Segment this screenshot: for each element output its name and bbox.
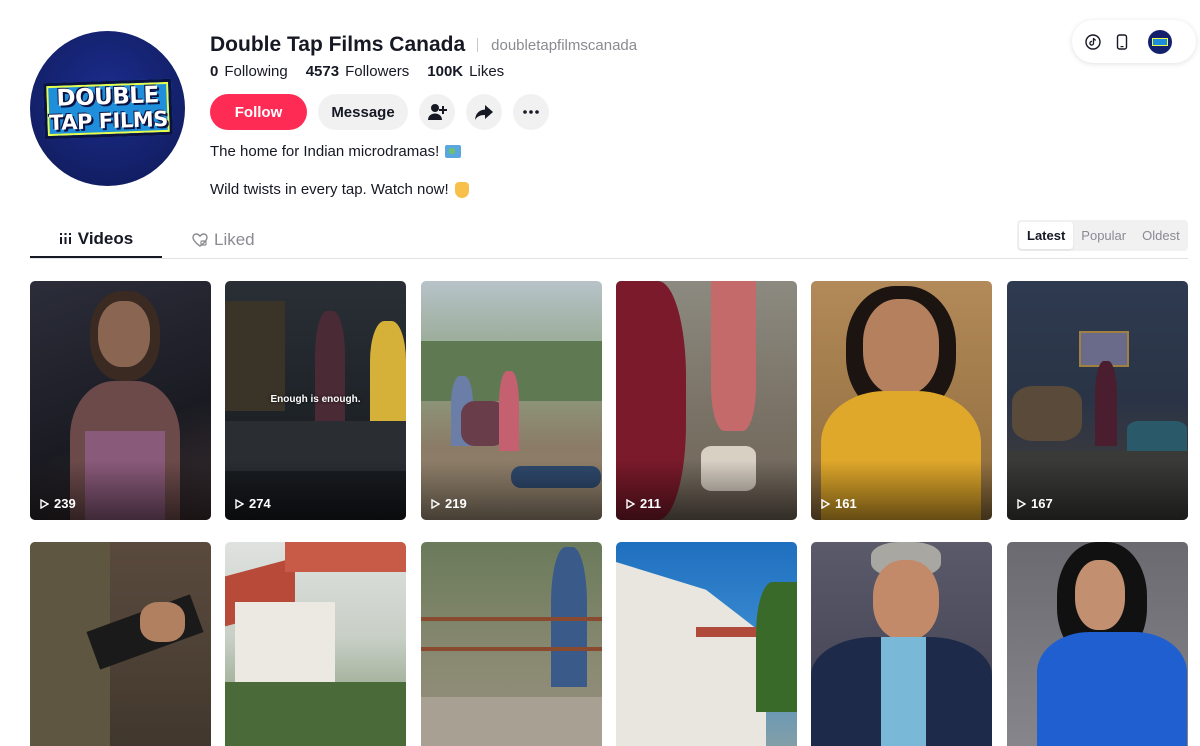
card-shade (1007, 460, 1188, 520)
video-card[interactable] (225, 542, 406, 746)
view-count-text: 274 (249, 496, 271, 511)
likes-label: Likes (469, 63, 505, 80)
video-card[interactable] (421, 542, 602, 746)
tiktok-icon[interactable] (1085, 33, 1101, 50)
play-icon (431, 498, 440, 509)
liked-heart-icon (192, 232, 208, 247)
follow-button[interactable]: Follow (210, 94, 307, 130)
view-count: 161 (821, 496, 857, 511)
view-count: 211 (626, 496, 661, 511)
play-icon (40, 498, 49, 509)
likes-count: 100K (427, 63, 464, 80)
view-count: 239 (40, 496, 76, 511)
tab-videos-label: Videos (77, 228, 134, 248)
following-stat[interactable]: 0 Following (210, 63, 288, 80)
bio-text-1: The home for Indian microdramas! (210, 143, 440, 160)
video-card[interactable]: 239 (30, 281, 211, 520)
add-friend-button[interactable] (419, 94, 455, 130)
following-label: Following (224, 63, 288, 80)
view-count: 274 (235, 496, 271, 511)
view-count-text: 239 (54, 496, 76, 511)
top-right-toolbar (1072, 20, 1196, 63)
share-icon (475, 104, 493, 120)
view-count-text: 219 (445, 496, 467, 511)
play-icon (235, 498, 244, 509)
card-shade (225, 460, 406, 520)
name-separator (477, 38, 479, 52)
video-caption: Enough is enough. (270, 394, 361, 405)
profile-actions: Follow Message (210, 94, 560, 130)
bio-line-2: Wild twists in every tap. Watch now! (210, 181, 469, 198)
play-icon (626, 498, 635, 509)
profile-avatar[interactable]: DOUBLE TAP FILMS (30, 31, 185, 186)
video-card[interactable] (1007, 542, 1188, 746)
view-count-text: 211 (640, 496, 661, 511)
play-icon (821, 498, 830, 509)
play-icon (1017, 498, 1026, 509)
tab-liked[interactable]: Liked (192, 221, 255, 258)
profile-page: DOUBLE TAP FILMS Double Tap Films Canada… (0, 0, 1200, 746)
sort-latest-button[interactable]: Latest (1019, 222, 1074, 249)
view-count-text: 167 (1031, 496, 1053, 511)
videos-grid-icon (59, 232, 72, 245)
pointing-down-emoji-icon (454, 181, 469, 198)
more-icon (523, 110, 539, 114)
share-button[interactable] (466, 94, 502, 130)
add-friend-icon (427, 103, 447, 121)
video-card[interactable] (30, 542, 211, 746)
logo-line-1: DOUBLE (55, 81, 159, 112)
card-shade (30, 460, 211, 520)
view-count-text: 161 (835, 496, 857, 511)
username: doubletapfilmscanada (491, 36, 638, 54)
view-count: 219 (431, 496, 467, 511)
card-shade (811, 460, 992, 520)
sort-oldest-button[interactable]: Oldest (1134, 222, 1188, 249)
video-card[interactable]: 167 (1007, 281, 1188, 520)
video-card[interactable] (811, 542, 992, 746)
video-card[interactable]: Enough is enough. 274 (225, 281, 406, 520)
video-card[interactable]: 219 (421, 281, 602, 520)
bio-text-2: Wild twists in every tap. Watch now! (210, 181, 449, 198)
tabs-divider (30, 258, 1188, 259)
video-card[interactable] (616, 542, 797, 746)
more-options-button[interactable] (513, 94, 549, 130)
display-name: Double Tap Films Canada (210, 33, 466, 56)
likes-stat: 100K Likes (427, 63, 504, 80)
sort-popular-button[interactable]: Popular (1073, 222, 1134, 249)
profile-name-row: Double Tap Films Canada doubletapfilmsca… (210, 33, 637, 57)
bio-line-1: The home for Indian microdramas! (210, 143, 462, 160)
profile-stats: 0 Following 4573 Followers 100K Likes (210, 63, 522, 80)
view-count: 167 (1017, 496, 1053, 511)
tab-videos[interactable]: Videos (30, 221, 162, 258)
following-count: 0 (210, 63, 219, 80)
tab-liked-label: Liked (214, 229, 255, 249)
followers-label: Followers (345, 63, 410, 80)
profile-avatar-small[interactable] (1148, 29, 1172, 54)
logo-line-2: TAP FILMS (48, 106, 168, 135)
followers-stat[interactable]: 4573 Followers (306, 63, 410, 80)
card-shade (421, 460, 602, 520)
phone-icon[interactable] (1114, 33, 1130, 50)
map-emoji-icon (445, 145, 462, 158)
brand-logo: DOUBLE TAP FILMS (42, 78, 173, 139)
card-shade (616, 460, 797, 520)
sort-toggle-group: Latest Popular Oldest (1017, 220, 1188, 251)
profile-tabs: Videos Liked (30, 221, 255, 258)
video-card[interactable]: 211 (616, 281, 797, 520)
message-button[interactable]: Message (318, 94, 408, 130)
video-card[interactable]: 161 (811, 281, 992, 520)
followers-count: 4573 (305, 63, 340, 80)
